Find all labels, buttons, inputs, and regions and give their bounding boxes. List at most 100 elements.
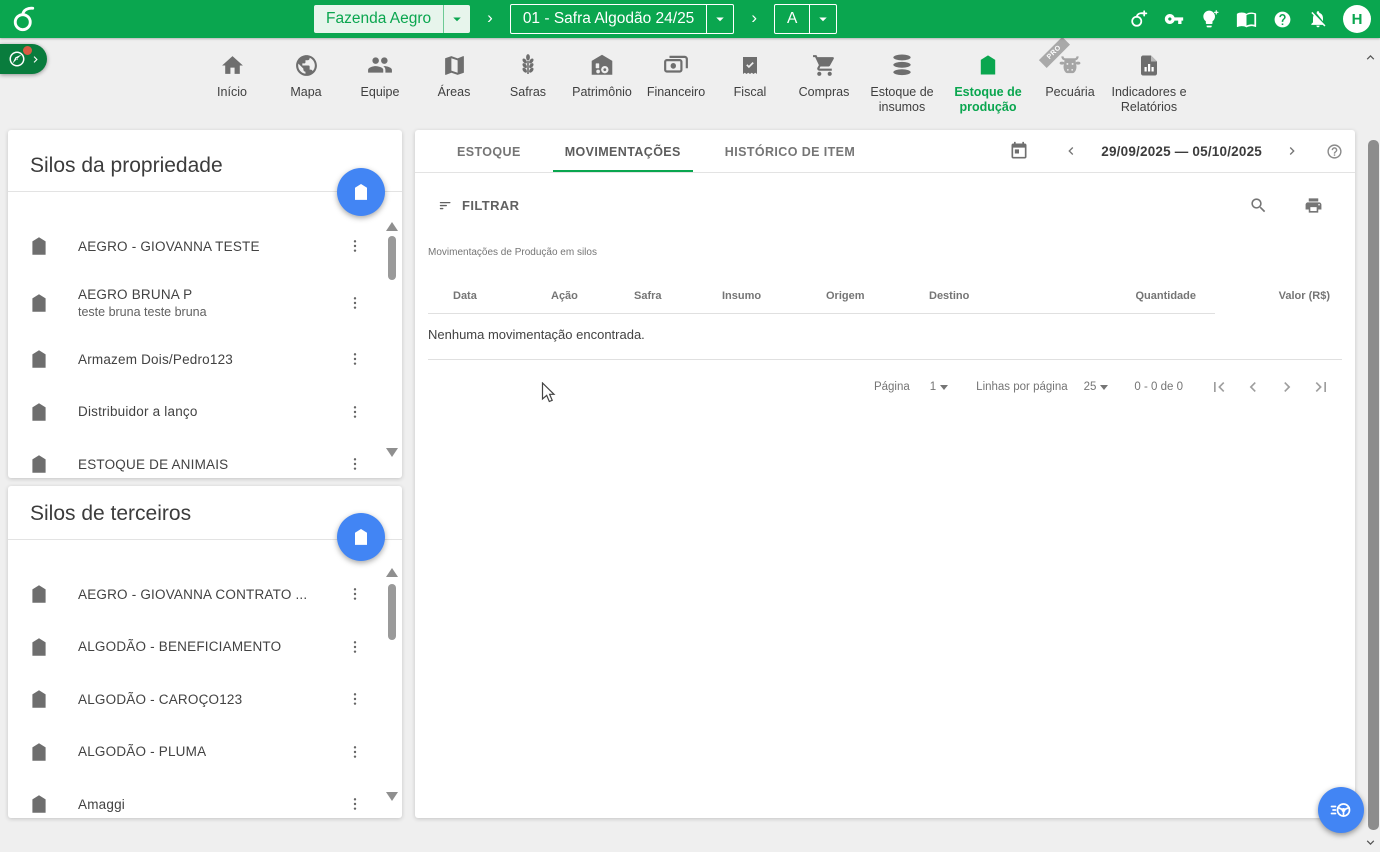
nav-item-fiscal[interactable]: Fiscal (713, 38, 787, 124)
more-options-button[interactable] (346, 292, 364, 314)
silo-icon (28, 636, 50, 658)
season-selector[interactable]: 01 - Safra Algodão 24/25 (510, 4, 735, 34)
key-icon[interactable] (1163, 8, 1185, 30)
scrollbar-thumb[interactable] (388, 584, 396, 640)
third-party-silo-list: AEGRO - GIOVANNA CONTRATO ... ALGODÃO - … (8, 540, 402, 818)
next-page-icon[interactable] (1277, 377, 1297, 397)
tab-movimentacoes[interactable]: MOVIMENTAÇÕES (543, 130, 703, 172)
last-page-icon[interactable] (1311, 377, 1331, 397)
quick-nav-pill[interactable] (0, 44, 47, 74)
nav-item-mapa[interactable]: Mapa (269, 38, 343, 124)
rows-per-page-select[interactable]: 25 (1084, 381, 1109, 393)
first-page-icon[interactable] (1209, 377, 1229, 397)
harvest-selector[interactable]: A (774, 4, 837, 34)
nav-item-safras[interactable]: Safras (491, 38, 565, 124)
more-options-button[interactable] (346, 583, 364, 605)
nav-item-indicadores[interactable]: Indicadores e Relatórios (1107, 38, 1191, 124)
property-silo-list: AEGRO - GIOVANNA TESTE AEGRO BRUNA P tes… (8, 192, 402, 478)
silo-list-item[interactable]: ALGODÃO - BENEFICIAMENTO (8, 625, 402, 669)
notifications-off-icon[interactable] (1307, 8, 1329, 30)
stock-movements-panel: ESTOQUE MOVIMENTAÇÕES HISTÓRICO DE ITEM … (415, 130, 1355, 818)
scrollbar-thumb[interactable] (388, 236, 396, 280)
silo-icon (976, 51, 1000, 78)
more-options-button[interactable] (346, 401, 364, 423)
farm-selector[interactable]: Fazenda Aegro (314, 5, 470, 33)
main-navigation: Início Mapa Equipe Áreas Safras Patrimôn… (0, 38, 1380, 124)
tab-estoque[interactable]: ESTOQUE (435, 130, 543, 172)
nav-item-compras[interactable]: Compras (787, 38, 861, 124)
nav-item-inicio[interactable]: Início (195, 38, 269, 124)
more-options-button[interactable] (346, 636, 364, 658)
help-icon[interactable] (1271, 8, 1293, 30)
more-options-button[interactable] (346, 348, 364, 370)
silo-list-item[interactable]: Distribuidor a lanço (8, 390, 402, 434)
chevron-down-icon[interactable] (809, 5, 836, 33)
chevron-right-icon[interactable] (1284, 143, 1300, 159)
divider (428, 313, 1215, 314)
scroll-down-icon[interactable] (386, 792, 398, 801)
chevron-left-icon[interactable] (1063, 143, 1079, 159)
idea-lightbulb-icon[interactable] (1199, 8, 1221, 30)
aegro-plus-icon[interactable] (1127, 8, 1149, 30)
nav-item-areas[interactable]: Áreas (417, 38, 491, 124)
aegro-logo-icon[interactable] (9, 4, 39, 34)
silo-icon (28, 583, 50, 605)
silo-list-item[interactable]: Armazem Dois/Pedro123 (8, 337, 402, 381)
add-property-silo-button[interactable] (337, 168, 385, 216)
more-vert-icon (347, 744, 363, 760)
knowledge-book-icon[interactable] (1235, 8, 1257, 30)
column-header-valor: Valor (R$) (1279, 290, 1330, 302)
more-options-button[interactable] (346, 741, 364, 763)
chevron-down-icon[interactable] (443, 5, 470, 33)
silo-list-item[interactable]: AEGRO BRUNA P teste bruna teste bruna (8, 277, 402, 329)
nav-item-equipe[interactable]: Equipe (343, 38, 417, 124)
nav-item-pecuaria[interactable]: PRO Pecuária (1033, 38, 1107, 124)
pagination-nav (1209, 377, 1331, 397)
scroll-up-icon[interactable] (386, 568, 398, 577)
column-header-safra: Safra (634, 290, 662, 302)
silo-list-item[interactable]: ALGODÃO - CAROÇO123 (8, 677, 402, 721)
chevron-down-icon[interactable] (706, 5, 733, 33)
scroll-down-icon[interactable] (1363, 835, 1378, 850)
silo-list-item[interactable]: Amaggi (8, 782, 402, 818)
more-options-button[interactable] (346, 688, 364, 710)
nav-item-estoque-insumos[interactable]: Estoque de insumos (861, 38, 943, 124)
column-header-data: Data (453, 290, 477, 302)
more-options-button[interactable] (346, 793, 364, 815)
silo-list-item[interactable]: ESTOQUE DE ANIMAIS (8, 442, 402, 478)
silo-list-item[interactable]: ALGODÃO - PLUMA (8, 730, 402, 774)
tab-historico-de-item[interactable]: HISTÓRICO DE ITEM (703, 130, 877, 172)
date-range-controls: 29/09/2025 — 05/10/2025 (1009, 130, 1343, 172)
previous-page-icon[interactable] (1243, 377, 1263, 397)
search-icon[interactable] (1249, 196, 1268, 215)
quick-actions-button[interactable] (1318, 787, 1364, 833)
scroll-down-icon[interactable] (386, 448, 398, 457)
silo-icon (28, 292, 50, 314)
nav-item-patrimonio[interactable]: Patrimônio (565, 38, 639, 124)
filter-button[interactable]: FILTRAR (437, 197, 519, 214)
print-icon[interactable] (1304, 196, 1323, 215)
scroll-up-icon[interactable] (386, 222, 398, 231)
page-scrollbar-thumb[interactable] (1368, 140, 1379, 830)
silo-list-item[interactable]: AEGRO - GIOVANNA TESTE (8, 224, 402, 268)
help-outline-icon[interactable] (1326, 143, 1343, 160)
map-icon (442, 51, 467, 78)
dropdown-caret-icon (940, 385, 948, 390)
more-options-button[interactable] (346, 235, 364, 257)
app-header: Fazenda Aegro › 01 - Safra Algodão 24/25… (0, 0, 1380, 38)
stock-stack-icon (889, 51, 915, 78)
property-silos-panel: Silos da propriedade AEGRO - GIOVANNA TE… (8, 130, 402, 478)
silo-list-item[interactable]: AEGRO - GIOVANNA CONTRATO ... (8, 572, 402, 616)
nav-item-estoque-producao[interactable]: Estoque de produção (943, 38, 1033, 124)
add-third-party-silo-button[interactable] (337, 513, 385, 561)
page-select[interactable]: 1 (930, 381, 948, 393)
notification-dot (22, 45, 33, 56)
team-icon (367, 51, 393, 78)
silo-icon (28, 401, 50, 423)
user-avatar[interactable]: H (1343, 5, 1371, 33)
more-options-button[interactable] (346, 453, 364, 475)
scroll-up-icon[interactable] (1363, 50, 1378, 65)
nav-item-financeiro[interactable]: Financeiro (639, 38, 713, 124)
column-header-insumo: Insumo (722, 290, 761, 302)
calendar-icon[interactable] (1009, 141, 1029, 161)
